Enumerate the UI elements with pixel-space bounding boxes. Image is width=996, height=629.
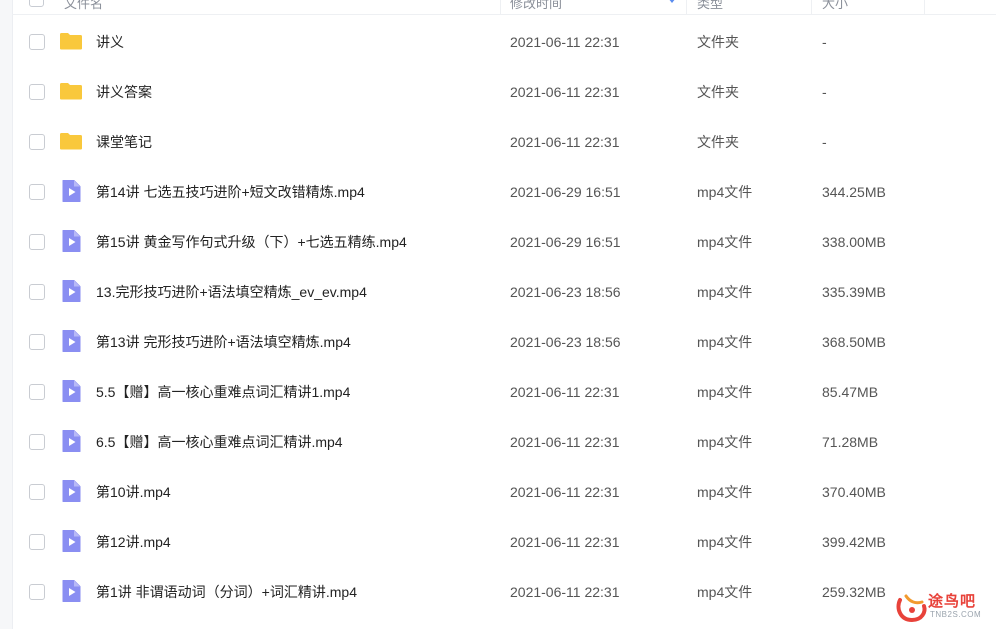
file-name[interactable]: 讲义 <box>96 16 124 68</box>
file-type: 文件夹 <box>697 134 739 150</box>
file-name[interactable]: 13.完形技巧进阶+语法填空精炼_ev_ev.mp4 <box>96 266 367 318</box>
file-manager-page: 文件名 修改时间 类型 大小 讲义 2021-06-11 22:31 文件夹 - 讲义… <box>0 0 996 629</box>
file-type: mp4文件 <box>697 384 753 400</box>
file-modified-time: 2021-06-29 16:51 <box>510 184 621 200</box>
file-type: mp4文件 <box>697 234 753 250</box>
file-modified-time: 2021-06-11 22:31 <box>510 84 620 100</box>
video-file-icon <box>59 529 83 553</box>
select-all-checkbox[interactable] <box>29 0 44 7</box>
file-size: 259.32MB <box>822 584 886 600</box>
row-checkbox[interactable] <box>29 484 45 500</box>
file-type: mp4文件 <box>697 484 753 500</box>
header-size[interactable]: 大小 <box>822 0 925 14</box>
file-type: 文件夹 <box>697 34 739 50</box>
folder-icon <box>59 79 83 103</box>
file-row[interactable]: 第1讲 非谓语动词（分词）+词汇精讲.mp4 2021-06-11 22:31 mp… <box>12 566 996 616</box>
video-file-icon <box>59 379 83 403</box>
file-size: 338.00MB <box>822 234 886 250</box>
row-checkbox[interactable] <box>29 434 45 450</box>
video-file-icon <box>59 579 83 603</box>
file-size: 71.28MB <box>822 434 879 450</box>
folder-icon <box>59 129 83 153</box>
file-row[interactable]: 第12讲.mp4 2021-06-11 22:31 mp4文件 399.42MB <box>12 516 996 566</box>
file-list: 讲义 2021-06-11 22:31 文件夹 - 讲义答案 2021-06-11 22… <box>12 16 996 616</box>
file-modified-time: 2021-06-11 22:31 <box>510 534 620 550</box>
file-size: 399.42MB <box>822 534 886 550</box>
file-modified-time: 2021-06-23 18:56 <box>510 334 621 350</box>
row-checkbox[interactable] <box>29 184 45 200</box>
file-size: 344.25MB <box>822 184 886 200</box>
row-checkbox[interactable] <box>29 284 45 300</box>
video-file-icon <box>59 429 83 453</box>
row-checkbox[interactable] <box>29 384 45 400</box>
file-name[interactable]: 第1讲 非谓语动词（分词）+词汇精讲.mp4 <box>96 566 357 618</box>
file-size: - <box>822 34 827 50</box>
file-modified-time: 2021-06-11 22:31 <box>510 484 620 500</box>
video-file-icon <box>59 279 83 303</box>
sort-desc-icon[interactable] <box>668 0 676 3</box>
file-modified-time: 2021-06-23 18:56 <box>510 284 621 300</box>
row-checkbox[interactable] <box>29 234 45 250</box>
file-name[interactable]: 讲义答案 <box>96 66 152 118</box>
header-modified-time[interactable]: 修改时间 <box>510 0 687 14</box>
file-name[interactable]: 5.5【赠】高一核心重难点词汇精讲1.mp4 <box>96 366 350 418</box>
file-row[interactable]: 13.完形技巧进阶+语法填空精炼_ev_ev.mp4 2021-06-23 18:… <box>12 266 996 316</box>
row-checkbox[interactable] <box>29 134 45 150</box>
file-type: mp4文件 <box>697 284 753 300</box>
file-modified-time: 2021-06-11 22:31 <box>510 434 620 450</box>
file-row[interactable]: 课堂笔记 2021-06-11 22:31 文件夹 - <box>12 116 996 166</box>
file-row[interactable]: 第14讲 七选五技巧进阶+短文改错精炼.mp4 2021-06-29 16:51 m… <box>12 166 996 216</box>
file-name[interactable]: 课堂笔记 <box>96 116 152 168</box>
file-name[interactable]: 6.5【赠】高一核心重难点词汇精讲.mp4 <box>96 416 343 468</box>
file-row[interactable]: 讲义答案 2021-06-11 22:31 文件夹 - <box>12 66 996 116</box>
file-modified-time: 2021-06-29 16:51 <box>510 234 621 250</box>
watermark-text: 途鸟吧 <box>928 593 977 610</box>
file-size: 85.47MB <box>822 384 879 400</box>
file-type: mp4文件 <box>697 334 753 350</box>
file-row[interactable]: 5.5【赠】高一核心重难点词汇精讲1.mp4 2021-06-11 22:31 mp… <box>12 366 996 416</box>
file-modified-time: 2021-06-11 22:31 <box>510 584 620 600</box>
file-name[interactable]: 第10讲.mp4 <box>96 466 171 518</box>
file-size: - <box>822 134 827 150</box>
site-watermark: 途鸟吧 TNB2S.COM <box>894 590 990 626</box>
file-type: mp4文件 <box>697 584 753 600</box>
watermark-subtext: TNB2S.COM <box>930 610 982 619</box>
file-row[interactable]: 第13讲 完形技巧进阶+语法填空精炼.mp4 2021-06-23 18:56 mp… <box>12 316 996 366</box>
row-checkbox[interactable] <box>29 334 45 350</box>
file-type: 文件夹 <box>697 84 739 100</box>
folder-icon <box>59 29 83 53</box>
file-size: - <box>822 84 827 100</box>
header-type[interactable]: 类型 <box>697 0 812 14</box>
file-type: mp4文件 <box>697 184 753 200</box>
video-file-icon <box>59 229 83 253</box>
watermark-logo-icon <box>896 594 927 623</box>
file-list-header: 文件名 修改时间 类型 大小 <box>12 0 996 15</box>
file-modified-time: 2021-06-11 22:31 <box>510 134 620 150</box>
file-size: 368.50MB <box>822 334 886 350</box>
file-size: 335.39MB <box>822 284 886 300</box>
file-name[interactable]: 第14讲 七选五技巧进阶+短文改错精炼.mp4 <box>96 166 365 218</box>
file-row[interactable]: 第10讲.mp4 2021-06-11 22:31 mp4文件 370.40MB <box>12 466 996 516</box>
file-row[interactable]: 6.5【赠】高一核心重难点词汇精讲.mp4 2021-06-11 22:31 mp4… <box>12 416 996 466</box>
row-checkbox[interactable] <box>29 584 45 600</box>
file-name[interactable]: 第12讲.mp4 <box>96 516 171 568</box>
file-type: mp4文件 <box>697 534 753 550</box>
file-name[interactable]: 第13讲 完形技巧进阶+语法填空精炼.mp4 <box>96 316 351 368</box>
row-checkbox[interactable] <box>29 534 45 550</box>
video-file-icon <box>59 329 83 353</box>
video-file-icon <box>59 179 83 203</box>
file-row[interactable]: 讲义 2021-06-11 22:31 文件夹 - <box>12 16 996 66</box>
video-file-icon <box>59 479 83 503</box>
header-name[interactable]: 文件名 <box>64 0 501 14</box>
file-row[interactable]: 第15讲 黄金写作句式升级（下）+七选五精练.mp4 2021-06-29 16:… <box>12 216 996 266</box>
file-name[interactable]: 第15讲 黄金写作句式升级（下）+七选五精练.mp4 <box>96 216 407 268</box>
file-size: 370.40MB <box>822 484 886 500</box>
file-modified-time: 2021-06-11 22:31 <box>510 384 620 400</box>
row-checkbox[interactable] <box>29 84 45 100</box>
row-checkbox[interactable] <box>29 34 45 50</box>
file-modified-time: 2021-06-11 22:31 <box>510 34 620 50</box>
file-type: mp4文件 <box>697 434 753 450</box>
